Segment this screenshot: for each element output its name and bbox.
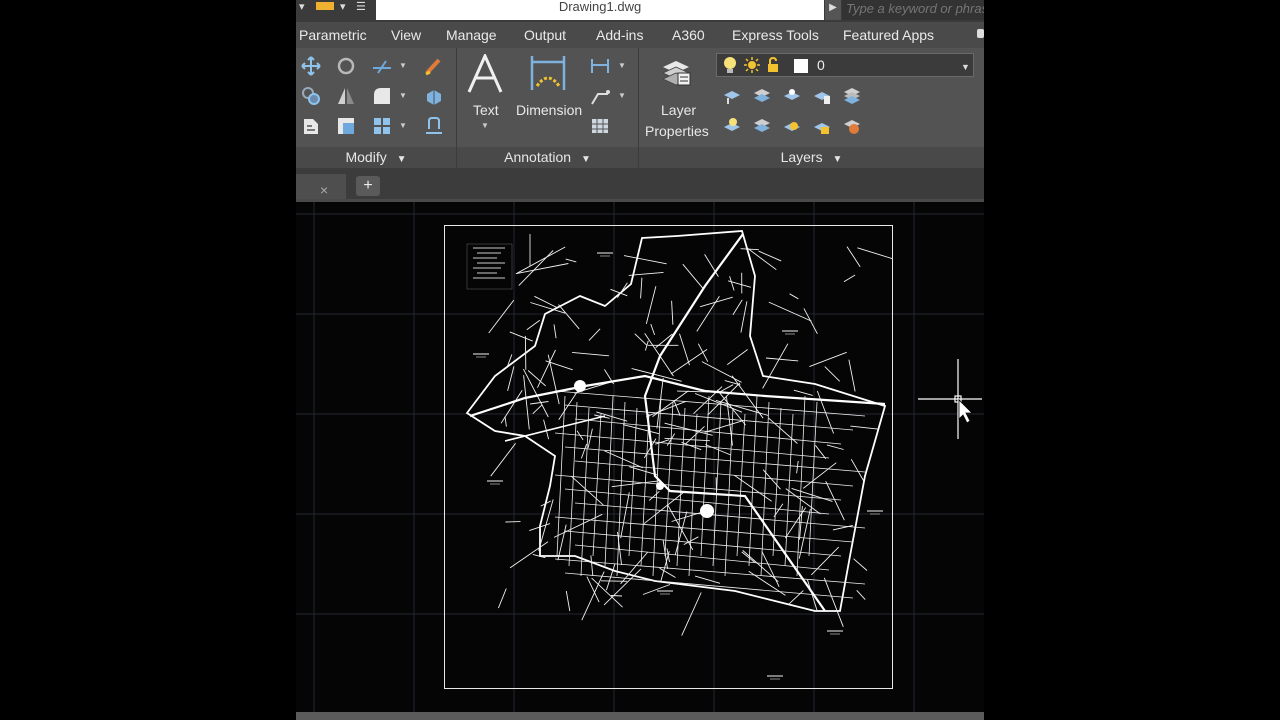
ribbon-tabs: Parametric View Manage Output Add-ins A3… [296, 22, 984, 48]
dimension-button[interactable]: Dimension [516, 102, 582, 118]
chevron-down-icon[interactable]: ▼ [399, 91, 407, 100]
drawing-canvas[interactable] [296, 202, 984, 712]
layer-unlock-icon[interactable] [766, 57, 782, 73]
tab-parametric[interactable]: Parametric [299, 27, 367, 43]
layer-match-icon[interactable] [722, 86, 742, 106]
layers-panel: Layer Properties 0 ▼ Layers ▼ [639, 48, 984, 168]
document-title: Drawing1.dwg [376, 0, 824, 20]
stretch-icon[interactable] [301, 116, 321, 136]
dimension-icon[interactable] [529, 54, 567, 92]
current-layer-name: 0 [817, 57, 825, 73]
trim-icon[interactable] [372, 56, 392, 76]
tab-express-tools[interactable]: Express Tools [732, 27, 819, 43]
plot-icon[interactable] [316, 2, 334, 10]
scale-icon[interactable] [336, 116, 356, 136]
layer-walk-icon[interactable] [752, 116, 772, 136]
chevron-down-icon[interactable]: ▼ [618, 61, 626, 70]
tab-manage[interactable]: Manage [446, 27, 497, 43]
modify-panel-title[interactable]: Modify ▼ [296, 147, 456, 168]
status-bar-edge [296, 712, 984, 720]
layer-properties-icon[interactable] [659, 55, 693, 89]
tab-featured-apps[interactable]: Featured Apps [843, 27, 934, 43]
chevron-down-icon[interactable]: ▼ [961, 62, 970, 72]
title-bar: ▾ ▾ ☰ Drawing1.dwg ▶ [296, 0, 984, 22]
village-map-drawing[interactable] [445, 226, 892, 688]
layer-unisolate-icon[interactable] [812, 86, 832, 106]
layers-panel-title[interactable]: Layers ▼ [639, 147, 984, 168]
chevron-down-icon[interactable]: ▼ [399, 121, 407, 130]
annotation-panel-title[interactable]: Annotation ▼ [457, 147, 638, 168]
layer-on-bulb-icon[interactable] [723, 56, 737, 74]
tab-view[interactable]: View [391, 27, 421, 43]
tab-a360[interactable]: A360 [672, 27, 705, 43]
linear-dimension-icon[interactable] [590, 56, 610, 76]
layer-thaw-icon[interactable] [782, 116, 802, 136]
chevron-down-icon[interactable]: ▼ [399, 61, 407, 70]
chevron-down-icon[interactable]: ▾ [299, 0, 305, 16]
text-icon[interactable] [466, 54, 504, 94]
chevron-down-icon: ▼ [580, 154, 591, 165]
layer-states-icon[interactable] [842, 86, 862, 106]
customize-qat-icon[interactable]: ☰ [356, 0, 366, 16]
layer-dropdown[interactable]: 0 ▼ [716, 53, 974, 77]
explode-icon[interactable] [424, 86, 444, 106]
tab-add-ins[interactable]: Add-ins [596, 27, 643, 43]
layer-on-icon[interactable] [722, 116, 742, 136]
chevron-down-icon[interactable]: ▼ [618, 91, 626, 100]
file-tab-drawing1[interactable]: × [296, 174, 346, 200]
layer-properties-label-line2[interactable]: Properties [645, 123, 709, 139]
layer-merge-icon[interactable] [842, 116, 862, 136]
ribbon: ▼ ▼ ▼ Modify ▼ Text ▼ Dimension ▼ ▼ Anno… [296, 48, 984, 168]
layers-panel-label: Layers [780, 149, 823, 165]
search-expand-icon[interactable]: ▶ [825, 0, 841, 20]
layout-sheet-border [444, 225, 893, 689]
crosshair-cursor [918, 359, 982, 439]
annotation-panel-label: Annotation [504, 149, 572, 165]
text-button[interactable]: Text [473, 102, 499, 118]
erase-icon[interactable] [424, 56, 444, 76]
layer-unlock-all-icon[interactable] [812, 116, 832, 136]
rotate-icon[interactable] [336, 56, 356, 76]
copy-icon[interactable] [301, 86, 321, 106]
close-icon[interactable]: × [320, 182, 328, 198]
mirror-icon[interactable] [336, 86, 356, 106]
fillet-icon[interactable] [372, 86, 392, 106]
search-input[interactable] [842, 0, 984, 20]
chevron-down-icon: ▼ [396, 154, 407, 165]
table-icon[interactable] [590, 116, 610, 136]
modify-panel-label: Modify [345, 149, 387, 165]
layer-properties-label-line1[interactable]: Layer [661, 102, 696, 118]
modify-panel: ▼ ▼ ▼ Modify ▼ [296, 48, 456, 168]
array-icon[interactable] [372, 116, 392, 136]
annotation-panel: Text ▼ Dimension ▼ ▼ Annotation ▼ [457, 48, 638, 168]
quick-access-toolbar: ▾ ▾ ☰ [296, 0, 376, 22]
offset-icon[interactable] [424, 116, 444, 136]
tab-output[interactable]: Output [524, 27, 566, 43]
leader-icon[interactable] [590, 86, 610, 106]
chevron-down-icon[interactable]: ▾ [340, 0, 346, 16]
move-icon[interactable] [301, 56, 321, 76]
layer-thaw-sun-icon[interactable] [743, 56, 761, 74]
file-tabs-bar: × + [296, 168, 984, 200]
layer-color-swatch [794, 59, 808, 73]
ribbon-minimize-icon[interactable] [977, 29, 984, 38]
chevron-down-icon[interactable]: ▼ [481, 121, 489, 130]
chevron-down-icon: ▼ [832, 154, 843, 165]
layer-previous-icon[interactable] [752, 86, 772, 106]
new-tab-button[interactable]: + [356, 176, 380, 196]
layer-isolate-icon[interactable] [782, 86, 802, 106]
autocad-window: ▾ ▾ ☰ Drawing1.dwg ▶ Parametric View Man… [296, 0, 984, 720]
